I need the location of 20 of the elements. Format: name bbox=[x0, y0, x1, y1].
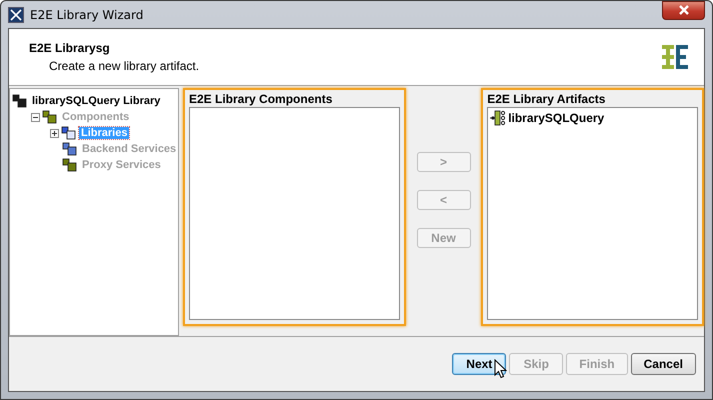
page-subtitle: Create a new library artifact. bbox=[48, 59, 200, 73]
close-icon bbox=[678, 5, 690, 15]
artifact-icon bbox=[490, 110, 506, 126]
page-title: E2E Librarysg bbox=[29, 41, 111, 55]
mouse-cursor-icon bbox=[494, 359, 508, 379]
wizard-button[interactable]: Cancel bbox=[630, 353, 696, 375]
node-icon bbox=[62, 157, 78, 173]
close-button[interactable] bbox=[662, 0, 705, 20]
wizard-button[interactable]: Next bbox=[452, 353, 506, 375]
node-icon bbox=[61, 125, 77, 141]
artifact-item[interactable]: librarySQLQuery bbox=[508, 111, 604, 125]
node-icon bbox=[12, 93, 28, 109]
window-title: E2E Library Wizard bbox=[30, 8, 144, 22]
group-title: E2E Library Components bbox=[189, 92, 334, 106]
e2e-logo-icon bbox=[662, 45, 688, 69]
node-icon bbox=[42, 109, 58, 125]
tree-item[interactable]: librarySQLQuery Library bbox=[30, 95, 162, 107]
app-icon bbox=[8, 6, 24, 22]
node-icon bbox=[62, 141, 78, 157]
group-title: E2E Library Artifacts bbox=[487, 92, 606, 106]
